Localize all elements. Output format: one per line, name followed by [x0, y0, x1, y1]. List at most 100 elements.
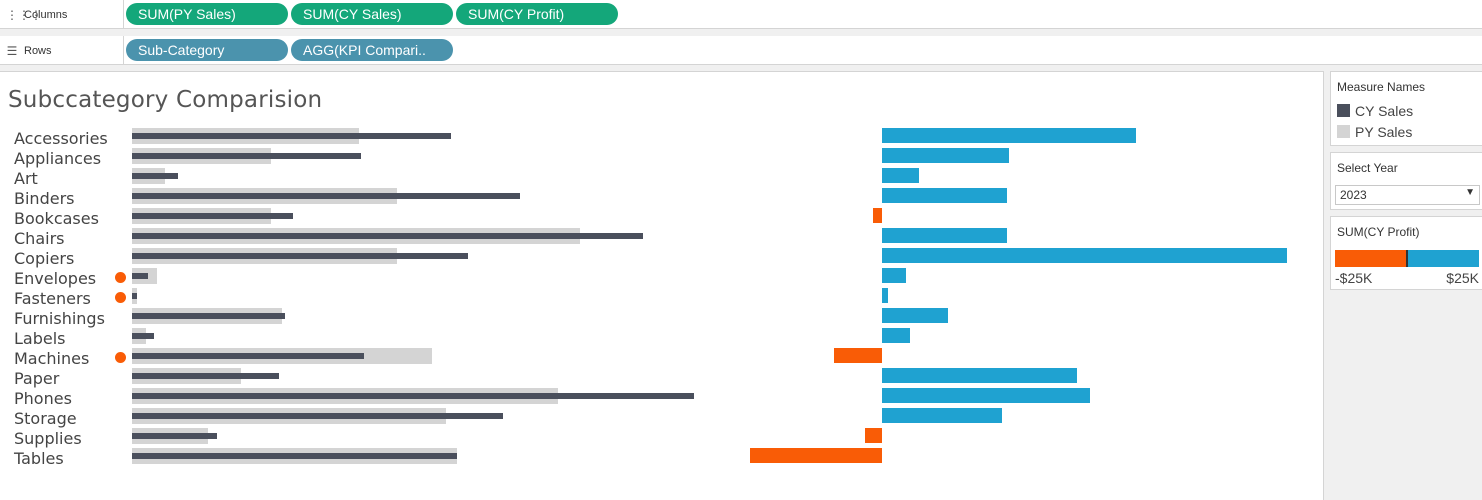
- pill-cy-sales[interactable]: SUM(CY Sales): [291, 3, 453, 25]
- ramp-labels: -$25K $25K: [1335, 270, 1479, 286]
- cy-sales-bar[interactable]: [132, 253, 468, 259]
- cy-profit-bar[interactable]: [882, 188, 1008, 203]
- category-label[interactable]: Supplies: [14, 429, 82, 448]
- profit-legend-title: SUM(CY Profit): [1337, 225, 1420, 239]
- category-label[interactable]: Copiers: [14, 249, 74, 268]
- rows-icon: ☰: [6, 43, 18, 58]
- cy-sales-bar[interactable]: [132, 433, 217, 439]
- worksheet-view: Subccategory Comparision Accessories Appl…: [0, 71, 1324, 500]
- cy-sales-bar[interactable]: [132, 413, 504, 419]
- cy-profit-bar[interactable]: [882, 388, 1090, 403]
- category-row: Accessories: [0, 128, 1320, 148]
- cy-sales-bar[interactable]: [132, 373, 280, 379]
- rows-label-text: Rows: [24, 44, 52, 57]
- category-row: Art: [0, 168, 1320, 188]
- cy-sales-bar[interactable]: [132, 153, 362, 159]
- category-label[interactable]: Phones: [14, 389, 72, 408]
- cy-profit-bar[interactable]: [882, 128, 1136, 143]
- category-row: Tables: [0, 448, 1320, 468]
- cy-profit-bar[interactable]: [882, 168, 919, 183]
- measure-names-legend: Measure Names CY Sales PY Sales: [1330, 71, 1482, 146]
- category-row: Phones: [0, 388, 1320, 408]
- cy-sales-bar[interactable]: [132, 233, 643, 239]
- year-select-value: 2023: [1340, 188, 1367, 202]
- category-label[interactable]: Fasteners: [14, 289, 91, 308]
- category-label[interactable]: Chairs: [14, 229, 64, 248]
- cy-profit-bar[interactable]: [882, 148, 1009, 163]
- color-ramp-midpoint: [1406, 250, 1408, 267]
- kpi-indicator-dot[interactable]: [115, 352, 126, 363]
- chevron-down-icon[interactable]: ▼: [1465, 187, 1475, 198]
- cy-profit-bar[interactable]: [872, 208, 882, 223]
- cy-profit-bar[interactable]: [882, 408, 1002, 423]
- profit-color-legend: SUM(CY Profit) -$25K $25K: [1330, 216, 1482, 290]
- cy-profit-bar[interactable]: [882, 368, 1078, 383]
- columns-label-text: Columns: [24, 8, 68, 21]
- category-row: Labels: [0, 328, 1320, 348]
- category-label[interactable]: Appliances: [14, 149, 101, 168]
- color-ramp-positive: [1407, 250, 1479, 267]
- cy-profit-bar[interactable]: [749, 448, 882, 463]
- cy-profit-bar[interactable]: [882, 308, 949, 323]
- cy-profit-bar[interactable]: [882, 248, 1287, 263]
- cy-sales-bar[interactable]: [132, 333, 154, 339]
- ramp-min-label: -$25K: [1335, 270, 1373, 286]
- category-row: Storage: [0, 408, 1320, 428]
- category-label[interactable]: Tables: [14, 449, 64, 468]
- kpi-indicator-dot[interactable]: [115, 272, 126, 283]
- cy-sales-swatch: [1337, 104, 1350, 117]
- category-label[interactable]: Accessories: [14, 129, 108, 148]
- cy-sales-bar[interactable]: [132, 133, 452, 139]
- cy-sales-bar[interactable]: [132, 353, 365, 359]
- category-label[interactable]: Envelopes: [14, 269, 96, 288]
- category-row: Envelopes: [0, 268, 1320, 288]
- rows-shelf-label: ☰ Rows: [0, 36, 124, 65]
- py-sales-swatch: [1337, 125, 1350, 138]
- category-row: Appliances: [0, 148, 1320, 168]
- category-label[interactable]: Machines: [14, 349, 89, 368]
- category-row: Copiers: [0, 248, 1320, 268]
- category-label[interactable]: Furnishings: [14, 309, 105, 328]
- cy-profit-bar[interactable]: [834, 348, 882, 363]
- cy-sales-bar[interactable]: [132, 193, 520, 199]
- category-label[interactable]: Storage: [14, 409, 77, 428]
- pill-sub-category[interactable]: Sub-Category: [126, 39, 288, 61]
- category-label[interactable]: Paper: [14, 369, 59, 388]
- year-select[interactable]: 2023 ▼: [1335, 185, 1480, 205]
- columns-icon: ⋮⋮⋮: [6, 7, 42, 22]
- view-title: Subccategory Comparision: [8, 87, 323, 113]
- color-ramp: [1335, 250, 1479, 267]
- cy-profit-bar[interactable]: [865, 428, 882, 443]
- cy-profit-bar[interactable]: [882, 268, 906, 283]
- legend-item-py-sales[interactable]: PY Sales: [1331, 121, 1482, 142]
- cy-profit-bar[interactable]: [882, 228, 1008, 243]
- category-label[interactable]: Bookcases: [14, 209, 99, 228]
- color-ramp-negative: [1335, 250, 1407, 267]
- cy-sales-bar[interactable]: [132, 273, 149, 279]
- cy-sales-bar[interactable]: [132, 173, 179, 179]
- columns-shelf-label: ⋮⋮⋮ Columns: [0, 0, 124, 29]
- category-label[interactable]: Binders: [14, 189, 74, 208]
- category-row: Furnishings: [0, 308, 1320, 328]
- cy-sales-bar[interactable]: [132, 453, 457, 459]
- category-row: Bookcases: [0, 208, 1320, 228]
- cy-sales-bar[interactable]: [132, 393, 695, 399]
- category-row: Machines: [0, 348, 1320, 368]
- pill-cy-profit[interactable]: SUM(CY Profit): [456, 3, 618, 25]
- pill-kpi-comparison[interactable]: AGG(KPI Compari..: [291, 39, 453, 61]
- category-label[interactable]: Art: [14, 169, 38, 188]
- filter-title: Select Year: [1337, 161, 1398, 175]
- cy-sales-bar[interactable]: [132, 213, 294, 219]
- category-row: Supplies: [0, 428, 1320, 448]
- cy-sales-bar[interactable]: [132, 313, 285, 319]
- cy-profit-bar[interactable]: [882, 328, 910, 343]
- cy-profit-bar[interactable]: [882, 288, 888, 303]
- category-label[interactable]: Labels: [14, 329, 66, 348]
- legend-item-cy-sales[interactable]: CY Sales: [1331, 100, 1482, 121]
- columns-shelf: ⋮⋮⋮ Columns SUM(PY Sales) SUM(CY Sales) …: [0, 0, 1482, 29]
- legend-title: Measure Names: [1337, 80, 1426, 94]
- kpi-indicator-dot[interactable]: [115, 292, 126, 303]
- pill-py-sales[interactable]: SUM(PY Sales): [126, 3, 288, 25]
- category-row: Binders: [0, 188, 1320, 208]
- cy-sales-bar[interactable]: [132, 293, 138, 299]
